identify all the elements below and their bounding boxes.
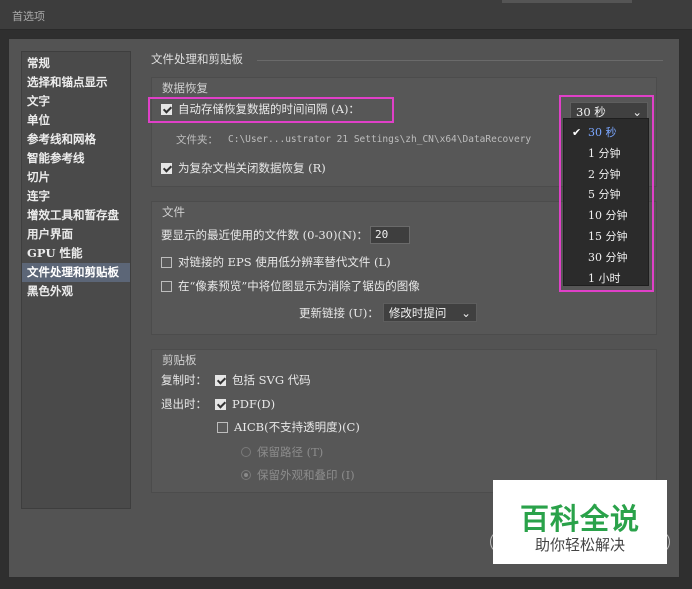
chevron-down-icon: ⌄: [461, 305, 471, 320]
preserve-appearance-label: 保留外观和叠印 (I): [257, 468, 355, 482]
preferences-sidebar: 常规 选择和锚点显示 文字 单位 参考线和网格 智能参考线 切片 连字 增效工具…: [21, 51, 131, 509]
interval-dropdown-list: ✔ 30 秒 1 分钟 2 分钟 5 分钟 10 分钟 15 分钟 30 分钟 …: [563, 118, 649, 286]
interval-option-label: 2 分钟: [588, 167, 621, 181]
interval-option-label: 1 分钟: [588, 146, 621, 160]
sidebar-item-file-handling[interactable]: 文件处理和剪贴板: [22, 263, 130, 282]
page-title: 文件处理和剪贴板: [151, 52, 243, 66]
update-links-row: 更新链接 (U)： 修改时提问 ⌄: [299, 303, 477, 322]
interval-option[interactable]: 1 小时: [564, 269, 648, 290]
interval-option[interactable]: 15 分钟: [564, 227, 648, 248]
sidebar-item-black-appearance[interactable]: 黑色外观: [22, 282, 130, 301]
exit-row: 退出时： PDF(D): [161, 396, 275, 412]
sidebar-item-hyphenation[interactable]: 连字: [22, 187, 130, 206]
watermark-subtitle: 助你轻松解决: [534, 536, 625, 554]
interval-option-label: 5 分钟: [588, 188, 621, 202]
sidebar-item-units[interactable]: 单位: [22, 111, 130, 130]
complex-doc-checkbox[interactable]: [161, 162, 172, 174]
copy-svg-label: 包括 SVG 代码: [232, 373, 311, 387]
copy-row: 复制时： 包括 SVG 代码: [161, 372, 311, 388]
sidebar-item-guides-grid[interactable]: 参考线和网格: [22, 130, 130, 149]
data-recovery-title: 数据恢复: [162, 81, 208, 95]
preserve-paths-radio[interactable]: [241, 447, 251, 457]
aicb-row: AICB(不支持透明度)(C): [217, 419, 360, 435]
autosave-label: 自动存储恢复数据的时间间隔 (A)：: [178, 102, 360, 116]
pdf-label: PDF(D): [232, 397, 276, 411]
eps-label: 对链接的 EPS 使用低分辨率替代文件 (L): [178, 255, 391, 269]
update-links-value: 修改时提问: [388, 305, 447, 320]
watermark-title: 百科全说: [519, 502, 640, 536]
recent-files-row: 要显示的最近使用的文件数 (0-30)(N)： 20: [161, 226, 410, 244]
clipboard-title: 剪贴板: [162, 353, 197, 367]
pdf-checkbox[interactable]: [215, 398, 226, 410]
interval-option[interactable]: 5 分钟: [564, 185, 648, 206]
copy-label: 复制时：: [161, 373, 207, 387]
autosave-checkbox[interactable]: [161, 103, 172, 115]
folder-path: C:\User...ustrator 21 Settings\zh_CN\x64…: [228, 134, 532, 145]
interval-option[interactable]: ✔ 30 秒: [564, 123, 648, 144]
interval-option-label: 30 秒: [588, 126, 617, 139]
title-divider: [257, 60, 663, 61]
files-title: 文件: [162, 205, 185, 219]
sidebar-item-type[interactable]: 文字: [22, 92, 130, 111]
sidebar-item-slices[interactable]: 切片: [22, 168, 130, 187]
folder-row: 文件夹： C:\User...ustrator 21 Settings\zh_C…: [176, 132, 531, 147]
recent-files-input[interactable]: 20: [370, 226, 410, 244]
interval-option[interactable]: 10 分钟: [564, 206, 648, 227]
preserve-paths-label: 保留路径 (T): [257, 445, 324, 459]
sidebar-item-selection-anchor[interactable]: 选择和锚点显示: [22, 73, 130, 92]
interval-option-label: 30 分钟: [588, 250, 628, 264]
complex-doc-row: 为复杂文档关闭数据恢复 (R): [161, 160, 326, 176]
interval-option-label: 15 分钟: [588, 229, 628, 243]
checkmark-icon: ✔: [572, 126, 582, 139]
interval-option-label: 10 分钟: [588, 209, 628, 223]
update-links-select[interactable]: 修改时提问 ⌄: [382, 303, 477, 322]
preserve-paths-row: 保留路径 (T): [241, 444, 323, 460]
eps-row: 对链接的 EPS 使用低分辨率替代文件 (L): [161, 254, 391, 270]
sidebar-item-user-interface[interactable]: 用户界面: [22, 225, 130, 244]
preserve-appearance-radio[interactable]: [241, 470, 251, 480]
aicb-checkbox[interactable]: [217, 421, 228, 433]
aicb-label: AICB(不支持透明度)(C): [234, 420, 360, 434]
pixel-preview-row: 在“像素预览”中将位图显示为消除了锯齿的图像: [161, 278, 420, 294]
title-bar-edge: [502, 0, 632, 3]
exit-label: 退出时：: [161, 397, 207, 411]
interval-option[interactable]: 2 分钟: [564, 165, 648, 186]
interval-option[interactable]: 1 分钟: [564, 144, 648, 165]
interval-option[interactable]: 30 分钟: [564, 248, 648, 269]
sidebar-item-general[interactable]: 常规: [22, 54, 130, 73]
copy-svg-checkbox[interactable]: [215, 374, 226, 386]
window-title: 首选项: [12, 10, 45, 23]
sidebar-item-smart-guides[interactable]: 智能参考线: [22, 149, 130, 168]
pixel-preview-label: 在“像素预览”中将位图显示为消除了锯齿的图像: [178, 279, 420, 293]
autosave-row: 自动存储恢复数据的时间间隔 (A)：: [161, 101, 360, 117]
recent-files-label: 要显示的最近使用的文件数 (0-30)(N)：: [161, 228, 368, 242]
pixel-preview-checkbox[interactable]: [161, 280, 172, 292]
sidebar-item-gpu[interactable]: GPU 性能: [22, 244, 130, 263]
watermark-logo: 百科全说 助你轻松解决: [493, 480, 667, 564]
sidebar-item-plugins-scratch[interactable]: 增效工具和暂存盘: [22, 206, 130, 225]
update-links-label: 更新链接 (U)：: [299, 305, 379, 320]
title-bar: 首选项: [0, 0, 692, 30]
preserve-appearance-row: 保留外观和叠印 (I): [241, 467, 355, 483]
eps-checkbox[interactable]: [161, 256, 172, 268]
chevron-down-icon: ⌄: [632, 104, 642, 119]
complex-doc-label: 为复杂文档关闭数据恢复 (R): [178, 161, 326, 175]
interval-option-label: 1 小时: [588, 271, 621, 285]
folder-label: 文件夹：: [176, 134, 218, 146]
